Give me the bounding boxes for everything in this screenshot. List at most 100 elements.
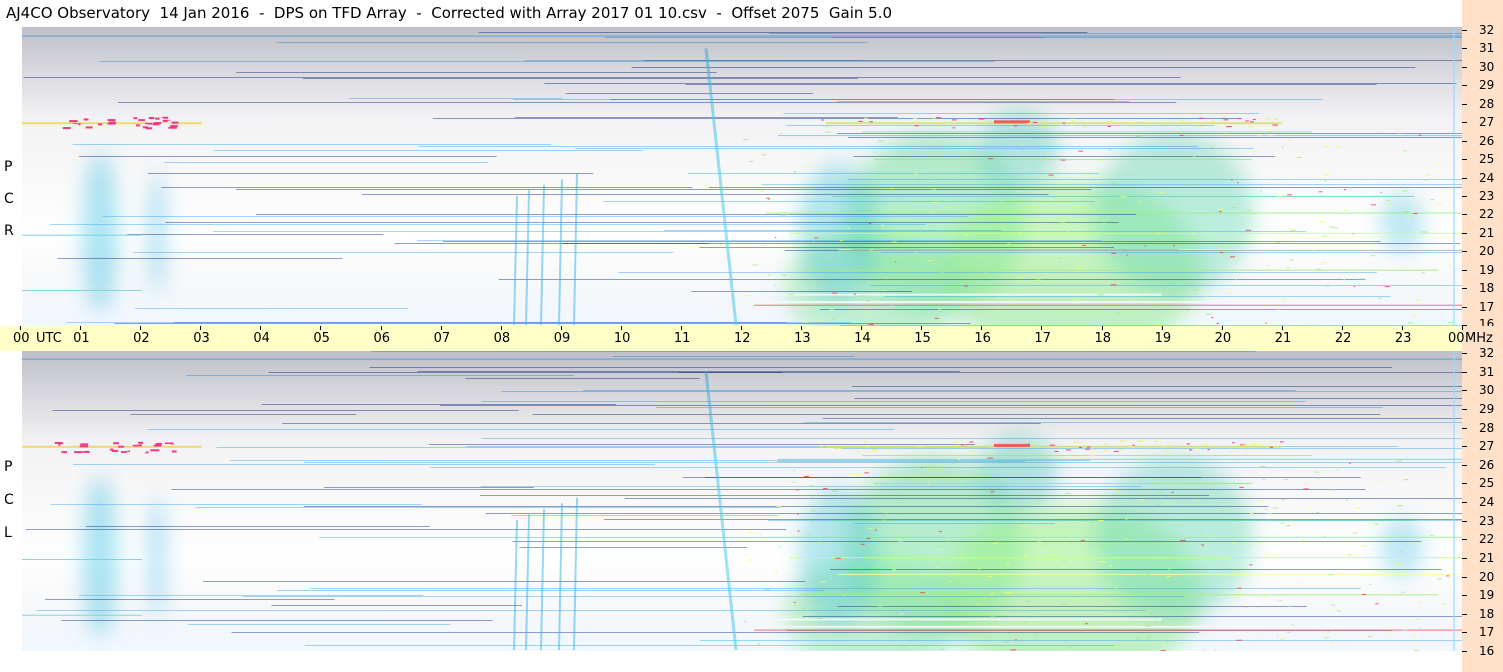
time-tick-label: 22 bbox=[1334, 331, 1352, 346]
freq-tick-label: 20 bbox=[1479, 244, 1495, 259]
freq-tick-label: 29 bbox=[1479, 78, 1495, 93]
time-tick bbox=[1221, 326, 1223, 330]
freq-tick bbox=[1462, 306, 1467, 308]
time-tick-label: 13 bbox=[794, 331, 811, 346]
time-tick bbox=[1462, 326, 1463, 330]
freq-tick bbox=[1462, 427, 1467, 429]
time-tick-label: 11 bbox=[673, 331, 691, 346]
time-tick bbox=[680, 326, 682, 330]
lcp-letter: P bbox=[4, 459, 13, 475]
freq-tick-label: 21 bbox=[1479, 225, 1495, 240]
freq-tick bbox=[1462, 66, 1467, 68]
freq-tick-label: 28 bbox=[1479, 96, 1495, 111]
rcp-spectrogram bbox=[22, 27, 1462, 326]
freq-tick-label: 24 bbox=[1479, 170, 1495, 185]
time-tick bbox=[560, 326, 562, 330]
freq-tick bbox=[1462, 632, 1467, 634]
freq-tick bbox=[1462, 122, 1467, 124]
time-tick bbox=[320, 326, 322, 330]
freq-tick bbox=[1462, 390, 1467, 392]
freq-tick-label: 25 bbox=[1479, 152, 1495, 167]
time-tick bbox=[801, 326, 803, 330]
time-tick-label: 09 bbox=[553, 331, 571, 346]
freq-tick bbox=[1462, 613, 1467, 615]
time-tick-label: 10 bbox=[613, 331, 631, 346]
rcp-letter: P bbox=[4, 159, 13, 175]
freq-tick-label: 30 bbox=[1479, 59, 1495, 74]
rcp-frequency-axis: 32 31 30 29 28 27 26 25 24 23 22 21 20 19 18 17 16 bbox=[1462, 0, 1503, 330]
time-tick bbox=[981, 326, 983, 330]
freq-tick bbox=[1462, 195, 1467, 197]
freq-tick bbox=[1462, 446, 1467, 448]
time-tick bbox=[861, 326, 863, 330]
freq-tick bbox=[1462, 288, 1467, 290]
freq-tick bbox=[1462, 651, 1467, 652]
freq-tick-label: 24 bbox=[1479, 495, 1495, 509]
freq-tick bbox=[1462, 595, 1467, 597]
time-tick-label: 21 bbox=[1274, 331, 1292, 346]
freq-tick-label: 19 bbox=[1479, 262, 1495, 277]
time-unit-label: UTC bbox=[36, 331, 62, 346]
freq-tick bbox=[1462, 502, 1467, 503]
time-tick bbox=[1161, 326, 1163, 330]
time-tick bbox=[260, 326, 262, 330]
freq-tick-label: 20 bbox=[1479, 569, 1495, 584]
freq-tick bbox=[1462, 520, 1467, 522]
time-axis: 00 01 02 03 04 05 06 07 08 09 10 11 12 13 14 15 16 17 18 19… bbox=[0, 326, 1493, 351]
time-tick bbox=[380, 326, 382, 330]
time-tick bbox=[440, 326, 442, 330]
rcp-label-band: P C R bbox=[0, 27, 22, 326]
freq-tick-label: 25 bbox=[1479, 476, 1495, 491]
time-tick-label: 17 bbox=[1034, 331, 1051, 346]
freq-unit-label: MHz bbox=[1465, 331, 1493, 346]
time-tick bbox=[620, 326, 622, 330]
freq-tick-label: 18 bbox=[1479, 281, 1495, 296]
freq-tick bbox=[1462, 177, 1467, 179]
freq-tick bbox=[1462, 214, 1467, 216]
freq-tick-label: 32 bbox=[1479, 23, 1495, 37]
freq-tick-label: 27 bbox=[1479, 115, 1495, 130]
rcp-letter: R bbox=[4, 223, 14, 239]
chart-title: AJ4CO Observatory 14 Jan 2016 - DPS on T… bbox=[0, 0, 1462, 27]
time-tick-label: 07 bbox=[433, 331, 451, 346]
freq-tick-label: 17 bbox=[1479, 625, 1495, 640]
time-tick-label: 00 bbox=[1448, 331, 1465, 346]
freq-tick-label: 17 bbox=[1479, 299, 1495, 314]
freq-tick bbox=[1462, 353, 1467, 354]
freq-tick bbox=[1462, 48, 1467, 50]
freq-tick-label: 31 bbox=[1479, 364, 1495, 379]
time-tick bbox=[1041, 326, 1043, 330]
freq-tick bbox=[1462, 371, 1467, 373]
freq-tick-label: 23 bbox=[1479, 513, 1495, 528]
freq-tick-label: 18 bbox=[1479, 606, 1495, 621]
time-tick bbox=[200, 326, 202, 330]
freq-tick bbox=[1462, 464, 1467, 466]
time-tick bbox=[80, 326, 82, 330]
time-tick-label: 19 bbox=[1154, 331, 1172, 346]
time-tick bbox=[500, 326, 502, 330]
time-tick bbox=[1101, 326, 1103, 330]
freq-tick bbox=[1462, 103, 1467, 105]
freq-tick bbox=[1462, 30, 1467, 31]
time-tick bbox=[140, 326, 142, 330]
lcp-label-band: P C L bbox=[0, 351, 22, 672]
lcp-spectrogram bbox=[22, 351, 1462, 651]
time-tick-label: 14 bbox=[854, 331, 871, 346]
freq-tick-label: 31 bbox=[1479, 41, 1495, 56]
freq-tick-label: 16 bbox=[1479, 644, 1495, 658]
freq-tick bbox=[1462, 408, 1467, 410]
freq-tick bbox=[1462, 251, 1467, 253]
time-tick-label: 12 bbox=[734, 331, 751, 346]
time-tick bbox=[1401, 326, 1403, 330]
time-tick-label: 08 bbox=[493, 331, 511, 346]
freq-tick-label: 19 bbox=[1479, 588, 1495, 603]
time-tick-label: 00 bbox=[13, 331, 30, 346]
lcp-letter: L bbox=[4, 525, 12, 541]
freq-tick-label: 28 bbox=[1479, 420, 1495, 435]
freq-tick bbox=[1462, 557, 1467, 559]
freq-tick bbox=[1462, 232, 1467, 234]
time-tick-label: 06 bbox=[373, 331, 391, 346]
time-tick-label: 03 bbox=[193, 331, 210, 346]
time-tick-label: 20 bbox=[1214, 331, 1232, 346]
freq-tick-label: 26 bbox=[1479, 457, 1495, 472]
